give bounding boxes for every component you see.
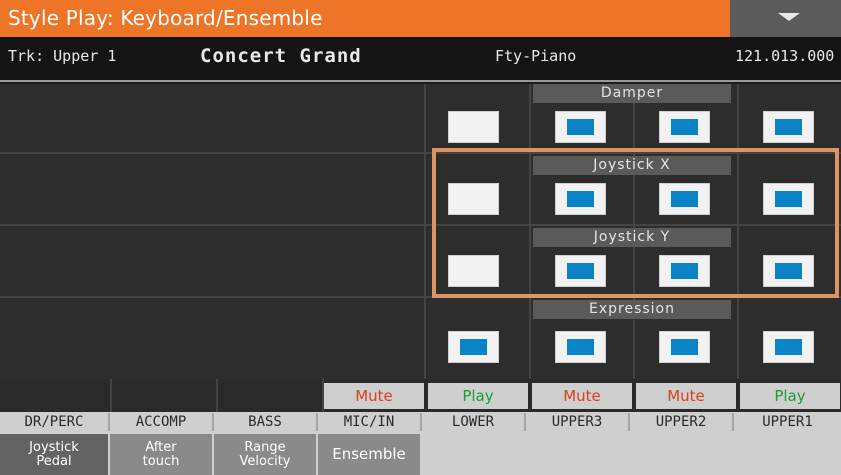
page-title: Style Play: Keyboard/Ensemble <box>8 6 323 30</box>
channel-name: UPPER3 <box>526 413 630 431</box>
joystick-x-label: Joystick X <box>533 156 731 175</box>
status-lower-button[interactable]: Play <box>428 383 528 409</box>
damper-upper3-checkbox[interactable] <box>555 111 606 143</box>
track-status-row: Mute Play Mute Mute Play <box>0 379 841 412</box>
sound-category: Fty-Piano <box>495 47 577 65</box>
sound-bank-number: 121.013.000 <box>735 47 835 65</box>
expression-upper2-checkbox[interactable] <box>659 331 710 363</box>
chevron-down-icon <box>778 13 800 21</box>
status-upper2-button[interactable]: Mute <box>636 383 736 409</box>
status-upper3-button[interactable]: Mute <box>532 383 632 409</box>
tab-after-touch[interactable]: After touch <box>110 434 214 475</box>
tab-bar: Joystick Pedal After touch Range Velocit… <box>0 432 841 475</box>
status-mic-in-button[interactable]: Mute <box>324 383 424 409</box>
tab-label-line: Range <box>244 440 286 455</box>
channel-name: UPPER1 <box>762 414 813 430</box>
page-menu-button[interactable] <box>730 0 841 37</box>
tab-ensemble[interactable]: Ensemble <box>318 434 422 475</box>
channel-name: LOWER <box>422 413 526 431</box>
damper-upper1-checkbox[interactable] <box>763 111 814 143</box>
joystick-x-upper1-checkbox[interactable] <box>763 183 814 215</box>
tab-label-line: Velocity <box>239 454 291 469</box>
row-divider <box>0 224 841 226</box>
damper-upper2-checkbox[interactable] <box>659 111 710 143</box>
joystick-y-lower-checkbox[interactable] <box>448 255 499 287</box>
controller-grid: Damper Joystick X Joystick Y Expression <box>0 84 841 379</box>
tab-label-line: touch <box>142 454 180 469</box>
joystick-x-upper3-checkbox[interactable] <box>555 183 606 215</box>
channel-name: BASS <box>214 413 318 431</box>
channel-name: MIC/IN <box>318 413 422 431</box>
status-bass <box>218 379 324 412</box>
tab-joystick-pedal[interactable]: Joystick Pedal <box>0 434 110 475</box>
row-divider <box>0 152 841 154</box>
damper-lower-checkbox[interactable] <box>448 111 499 143</box>
track-label: Trk: Upper 1 <box>8 47 117 65</box>
joystick-y-label: Joystick Y <box>533 228 731 247</box>
joystick-x-upper2-checkbox[interactable] <box>659 183 710 215</box>
sound-name[interactable]: Concert Grand <box>200 45 362 67</box>
expression-upper1-checkbox[interactable] <box>763 331 814 363</box>
channel-name: UPPER2 <box>630 413 734 431</box>
channel-names-row: DR/PERC ACCOMP BASS MIC/IN LOWER UPPER3 … <box>0 412 841 432</box>
tab-label-line: Joystick <box>29 440 79 455</box>
channel-name: DR/PERC <box>0 413 110 431</box>
title-bar: Style Play: Keyboard/Ensemble <box>0 0 841 37</box>
status-upper1-button[interactable]: Play <box>740 383 840 409</box>
joystick-x-lower-checkbox[interactable] <box>448 183 499 215</box>
column-divider <box>529 84 531 379</box>
tab-range-velocity[interactable]: Range Velocity <box>214 434 318 475</box>
expression-label: Expression <box>533 300 731 319</box>
track-info-bar[interactable]: Trk: Upper 1 Concert Grand Fty-Piano 121… <box>0 37 841 82</box>
expression-lower-checkbox[interactable] <box>448 331 499 363</box>
tab-label-line: Pedal <box>36 454 72 469</box>
status-dr-perc <box>0 379 112 412</box>
row-divider <box>0 296 841 298</box>
joystick-y-upper1-checkbox[interactable] <box>763 255 814 287</box>
joystick-y-upper2-checkbox[interactable] <box>659 255 710 287</box>
column-divider <box>424 84 426 379</box>
tab-label-line: After <box>145 440 177 455</box>
expression-upper3-checkbox[interactable] <box>555 331 606 363</box>
damper-label: Damper <box>533 84 731 103</box>
joystick-y-upper3-checkbox[interactable] <box>555 255 606 287</box>
channel-name: ACCOMP <box>110 413 214 431</box>
status-accomp <box>112 379 218 412</box>
column-divider <box>737 84 739 379</box>
